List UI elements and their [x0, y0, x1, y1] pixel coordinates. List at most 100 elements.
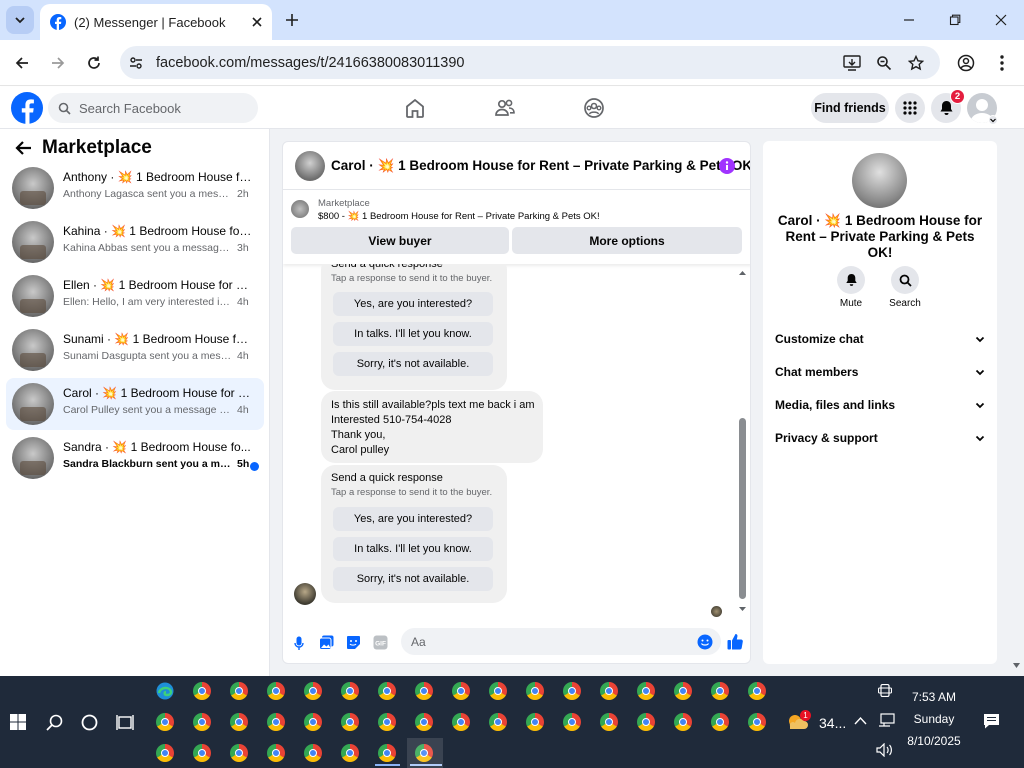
chrome-taskbar-icon[interactable]	[267, 744, 287, 764]
chrome-taskbar-icon[interactable]	[526, 682, 546, 702]
friends-icon[interactable]	[494, 97, 516, 119]
taskbar-clock[interactable]: 7:53 AM Sunday 8/10/2025	[896, 690, 972, 748]
chrome-taskbar-icon[interactable]	[304, 682, 324, 702]
facebook-search-input[interactable]: Search Facebook	[48, 93, 258, 123]
microphone-icon[interactable]	[294, 636, 304, 651]
taskbar-search-icon[interactable]	[46, 714, 63, 731]
quick-response-not-available-button[interactable]: Sorry, it's not available.	[333, 352, 493, 376]
weather-temperature[interactable]: 34...	[819, 715, 846, 731]
browser-menu-icon[interactable]	[988, 49, 1016, 77]
chrome-taskbar-icon[interactable]	[304, 713, 324, 733]
zoom-icon[interactable]	[870, 49, 898, 77]
view-buyer-button[interactable]: View buyer	[291, 227, 509, 254]
site-info-icon[interactable]	[128, 55, 144, 71]
quick-response-in-talks-button[interactable]: In talks. I'll let you know.	[333, 537, 493, 561]
chrome-taskbar-icon[interactable]	[230, 744, 250, 764]
quick-response-yes-button[interactable]: Yes, are you interested?	[333, 292, 493, 316]
chrome-taskbar-icon[interactable]	[193, 744, 213, 764]
new-tab-button[interactable]	[278, 6, 306, 34]
chrome-taskbar-icon[interactable]	[674, 713, 694, 733]
quick-response-yes-button[interactable]: Yes, are you interested?	[333, 507, 493, 531]
chrome-taskbar-icon[interactable]	[267, 682, 287, 702]
menu-grid-button[interactable]	[895, 93, 925, 123]
tab-search-button[interactable]	[6, 6, 34, 34]
chrome-taskbar-icon[interactable]	[341, 682, 361, 702]
chrome-taskbar-icon[interactable]	[563, 713, 583, 733]
reload-button[interactable]	[80, 49, 108, 77]
chrome-taskbar-icon[interactable]	[230, 682, 250, 702]
quick-response-in-talks-button[interactable]: In talks. I'll let you know.	[333, 322, 493, 346]
search-in-chat-button[interactable]: Search	[885, 266, 925, 309]
chrome-taskbar-icon[interactable]	[415, 682, 435, 702]
task-view-icon[interactable]	[116, 714, 134, 731]
network-icon[interactable]	[878, 713, 895, 728]
listing-avatar[interactable]	[852, 153, 907, 208]
back-arrow-icon[interactable]	[14, 140, 32, 156]
forward-button[interactable]	[44, 49, 72, 77]
back-button[interactable]	[8, 49, 36, 77]
mute-button[interactable]: Mute	[831, 266, 871, 309]
close-tab-icon[interactable]	[252, 17, 262, 27]
conversation-item[interactable]: Sandra · 💥 1 Bedroom House fo... Sandra B…	[6, 432, 264, 484]
media-files-links-section[interactable]: Media, files and links	[775, 394, 985, 416]
minimize-button[interactable]	[895, 6, 923, 34]
chrome-taskbar-icon[interactable]	[637, 682, 657, 702]
chat-members-section[interactable]: Chat members	[775, 361, 985, 383]
conversation-item[interactable]: Carol · 💥 1 Bedroom House for Re... Carol…	[6, 378, 264, 430]
photo-icon[interactable]	[319, 635, 334, 650]
chrome-taskbar-icon[interactable]	[489, 682, 509, 702]
chrome-taskbar-icon[interactable]	[748, 682, 768, 702]
chrome-taskbar-icon[interactable]	[341, 713, 361, 733]
profile-icon[interactable]	[952, 49, 980, 77]
volume-icon[interactable]	[876, 743, 894, 757]
start-windows-icon[interactable]	[10, 714, 26, 730]
home-icon[interactable]	[404, 97, 426, 119]
quick-response-not-available-button[interactable]: Sorry, it's not available.	[333, 567, 493, 591]
chat-avatar[interactable]	[295, 151, 325, 181]
message-input[interactable]: Aa	[401, 628, 721, 655]
customize-chat-section[interactable]: Customize chat	[775, 328, 985, 350]
chrome-taskbar-icon[interactable]	[711, 682, 731, 702]
conversation-item[interactable]: Kahina · 💥 1 Bedroom House for ... Kahina…	[6, 216, 264, 268]
emoji-icon[interactable]	[697, 634, 713, 650]
listing-price-title[interactable]: $800 - 💥 1 Bedroom House for Rent – Priv…	[318, 211, 600, 222]
privacy-support-section[interactable]: Privacy & support	[775, 427, 985, 449]
chrome-taskbar-icon[interactable]	[378, 682, 398, 702]
like-thumbs-up-icon[interactable]	[727, 633, 743, 650]
conversation-item[interactable]: Sunami · 💥 1 Bedroom House for ... Sunami…	[6, 324, 264, 376]
bookmark-star-icon[interactable]	[902, 49, 930, 77]
message-scrollbar[interactable]	[737, 268, 748, 618]
show-hidden-icons-chevron-icon[interactable]	[854, 716, 867, 725]
chrome-taskbar-icon[interactable]	[341, 744, 361, 764]
chrome-taskbar-icon[interactable]	[637, 713, 657, 733]
chrome-taskbar-icon[interactable]	[378, 713, 398, 733]
sticker-icon[interactable]	[346, 635, 361, 650]
account-chevron-icon[interactable]	[988, 115, 998, 125]
listing-thumbnail[interactable]	[291, 200, 309, 218]
edge-icon[interactable]	[156, 682, 174, 700]
chrome-taskbar-icon[interactable]	[304, 744, 324, 764]
chrome-taskbar-icon[interactable]	[563, 682, 583, 702]
action-center-notification-icon[interactable]	[983, 713, 1000, 729]
chrome-taskbar-icon[interactable]	[156, 744, 176, 764]
chrome-taskbar-icon[interactable]	[415, 713, 435, 733]
chrome-taskbar-icon[interactable]	[711, 713, 731, 733]
install-app-icon[interactable]	[838, 49, 866, 77]
tray-phone-link-icon[interactable]	[878, 684, 892, 697]
chrome-taskbar-icon[interactable]	[230, 713, 250, 733]
info-icon[interactable]	[719, 158, 735, 174]
chrome-taskbar-icon[interactable]	[267, 713, 287, 733]
groups-icon[interactable]	[583, 97, 605, 119]
chrome-taskbar-icon[interactable]	[489, 713, 509, 733]
sender-avatar[interactable]	[294, 583, 316, 605]
chrome-taskbar-icon[interactable]	[600, 713, 620, 733]
browser-tab[interactable]: (2) Messenger | Facebook	[40, 4, 272, 40]
gif-icon[interactable]: GIF	[373, 635, 388, 650]
chrome-taskbar-icon[interactable]	[378, 744, 398, 764]
chrome-taskbar-icon[interactable]	[748, 713, 768, 733]
conversation-item[interactable]: Ellen · 💥 1 Bedroom House for Re... Ellen…	[6, 270, 264, 322]
chrome-taskbar-icon[interactable]	[674, 682, 694, 702]
chrome-taskbar-icon[interactable]	[193, 682, 213, 702]
address-bar[interactable]: facebook.com/messages/t/2416638008301139…	[120, 46, 940, 79]
chrome-taskbar-icon[interactable]	[193, 713, 213, 733]
